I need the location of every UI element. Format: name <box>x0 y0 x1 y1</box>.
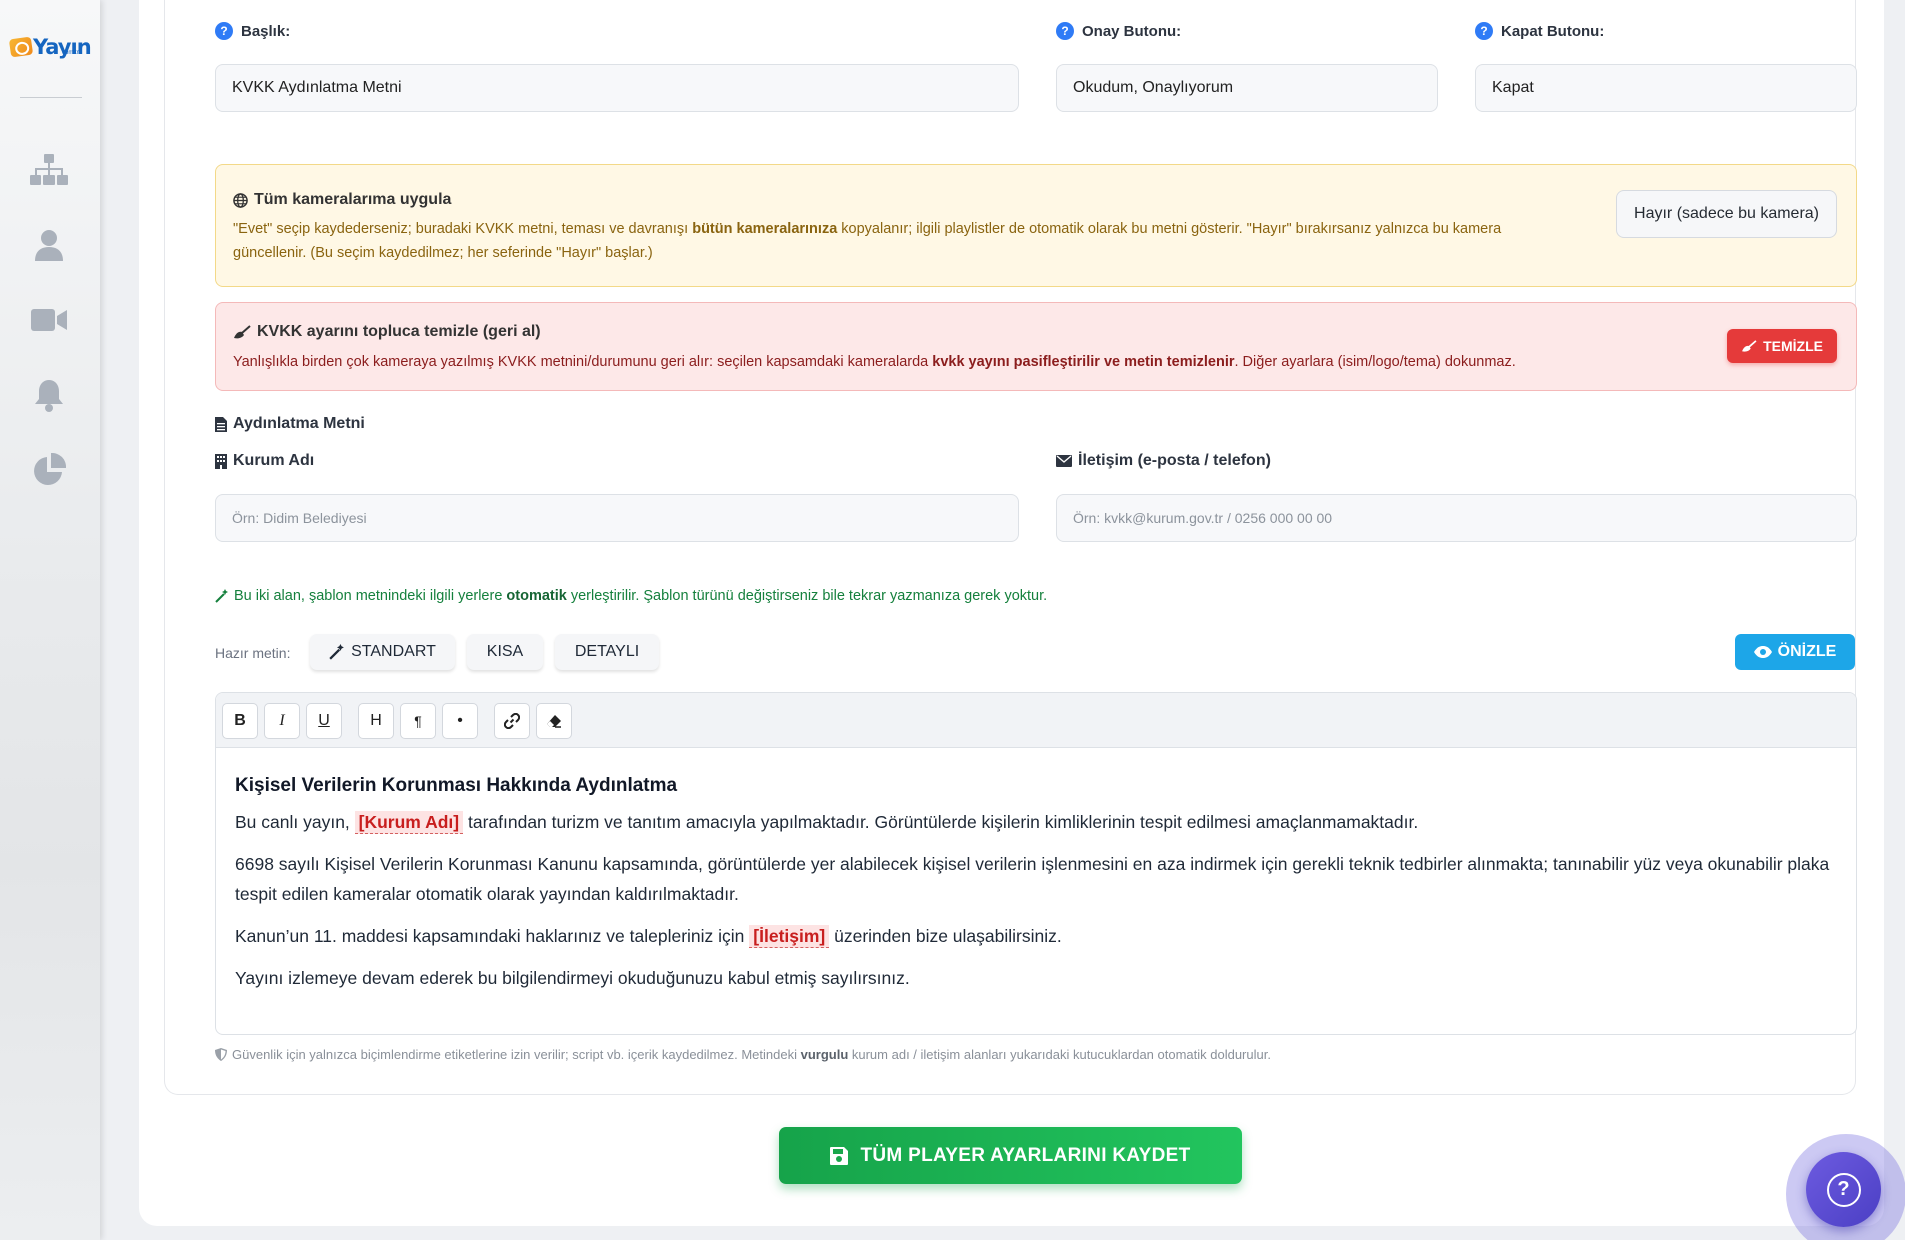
question-circle-icon: ? <box>1826 1172 1861 1207</box>
bullet-list-button[interactable]: • <box>442 703 478 739</box>
preview-button[interactable]: ÖNİZLE <box>1735 634 1855 670</box>
preset-detailed-button[interactable]: DETAYLI <box>555 634 659 670</box>
apply-all-select[interactable]: Hayır (sadece bu kamera) <box>1616 190 1837 238</box>
brand-logo[interactable]: Yayın <box>8 32 92 62</box>
content-paragraph-3: Kanun’un 11. maddesi kapsamındaki haklar… <box>235 925 1062 948</box>
file-icon <box>215 416 227 432</box>
clear-button[interactable]: TEMİZLE <box>1727 329 1837 363</box>
eraser-icon <box>547 715 561 728</box>
confirm-button-input[interactable]: Okudum, Onaylıyorum <box>1056 64 1438 112</box>
building-icon <box>215 453 227 469</box>
eye-icon <box>1753 646 1772 658</box>
heading-button[interactable]: H <box>358 703 394 739</box>
apply-all-cameras-alert: Tüm kameralarıma uygula "Evet" seçip kay… <box>215 164 1857 287</box>
link-button[interactable] <box>494 703 530 739</box>
close-button-input[interactable]: Kapat <box>1475 64 1857 112</box>
org-name-input[interactable]: Örn: Didim Belediyesi <box>215 494 1019 542</box>
disclosure-section-label: Aydınlatma Metni <box>215 415 365 433</box>
sidebar-divider <box>20 97 82 98</box>
preset-label: Hazır metin: <box>215 645 291 661</box>
bulk-clear-description: Yanlışlıkla birden çok kameraya yazılmış… <box>233 354 1516 370</box>
help-button[interactable]: ? <box>1806 1152 1881 1227</box>
shield-icon <box>215 1048 227 1061</box>
bold-button[interactable]: B <box>222 703 258 739</box>
underline-button[interactable]: U <box>306 703 342 739</box>
bell-icon[interactable] <box>29 377 69 413</box>
contact-input[interactable]: Örn: kvkk@kurum.gov.tr / 0256 000 00 00 <box>1056 494 1857 542</box>
apply-all-title: Tüm kameralarıma uygula <box>233 191 451 209</box>
italic-button[interactable]: I <box>264 703 300 739</box>
preset-short-button[interactable]: KISA <box>467 634 543 670</box>
question-icon[interactable]: ? <box>1475 22 1493 40</box>
question-icon[interactable]: ? <box>1056 22 1074 40</box>
kvkk-settings-panel: ? Başlık: KVKK Aydınlatma Metni ? Onay B… <box>164 0 1857 1095</box>
sidebar: Yayın com.tr <box>0 0 100 1240</box>
envelope-icon <box>1056 455 1072 467</box>
link-icon <box>504 713 520 729</box>
floppy-disk-icon <box>830 1146 849 1165</box>
content-paragraph-4: Yayını izlemeye devam ederek bu bilgilen… <box>235 968 910 988</box>
video-camera-icon[interactable] <box>29 302 69 338</box>
clear-format-button[interactable] <box>536 703 572 739</box>
contact-label: İletişim (e-posta / telefon) <box>1056 452 1271 470</box>
paragraph-button[interactable]: ¶ <box>400 703 436 739</box>
close-button-label: ? Kapat Butonu: <box>1475 22 1604 40</box>
pie-chart-icon[interactable] <box>29 452 69 488</box>
org-name-label: Kurum Adı <box>215 452 314 470</box>
apply-all-description: "Evet" seçip kaydederseniz; buradaki KVK… <box>233 221 1502 261</box>
broom-icon <box>234 324 251 338</box>
save-all-button[interactable]: TÜM PLAYER AYARLARINI KAYDET <box>779 1127 1242 1184</box>
bulk-clear-alert: KVKK ayarını topluca temizle (geri al) Y… <box>215 302 1857 391</box>
magic-wand-icon <box>329 644 344 660</box>
bulk-clear-title: KVKK ayarını topluca temizle (geri al) <box>233 323 541 341</box>
title-input[interactable]: KVKK Aydınlatma Metni <box>215 64 1019 112</box>
logo-mark-icon <box>8 36 34 58</box>
confirm-button-label: ? Onay Butonu: <box>1056 22 1181 40</box>
logo-subtext: com.tr <box>62 50 79 56</box>
content-heading: Kişisel Verilerin Korunması Hakkında Ayd… <box>235 775 678 796</box>
editor-content[interactable]: Kişisel Verilerin Korunması Hakkında Ayd… <box>235 775 1835 1005</box>
title-label: ? Başlık: <box>215 22 290 40</box>
auto-fill-hint: Bu iki alan, şablon metnindeki ilgili ye… <box>215 588 1047 604</box>
editor-toolbar: B I U H ¶ • <box>216 693 1856 748</box>
settings-card: ? Başlık: KVKK Aydınlatma Metni ? Onay B… <box>139 0 1884 1226</box>
content-paragraph-2: 6698 sayılı Kişisel Verilerin Korunması … <box>235 854 1830 904</box>
magic-wand-icon <box>215 589 228 603</box>
broom-icon <box>1742 339 1757 352</box>
org-name-placeholder-tag: [Kurum Adı] <box>354 811 464 834</box>
content-paragraph-1: Bu canlı yayın, [Kurum Adı] tarafından t… <box>235 811 1419 834</box>
security-note: Güvenlik için yalnızca biçimlendirme eti… <box>215 1047 1271 1062</box>
contact-placeholder-tag: [İletişim] <box>749 925 830 948</box>
globe-icon <box>233 192 248 208</box>
question-icon[interactable]: ? <box>215 22 233 40</box>
preset-standard-button[interactable]: STANDART <box>310 634 455 670</box>
user-icon[interactable] <box>29 227 69 263</box>
sitemap-icon[interactable] <box>29 152 69 188</box>
